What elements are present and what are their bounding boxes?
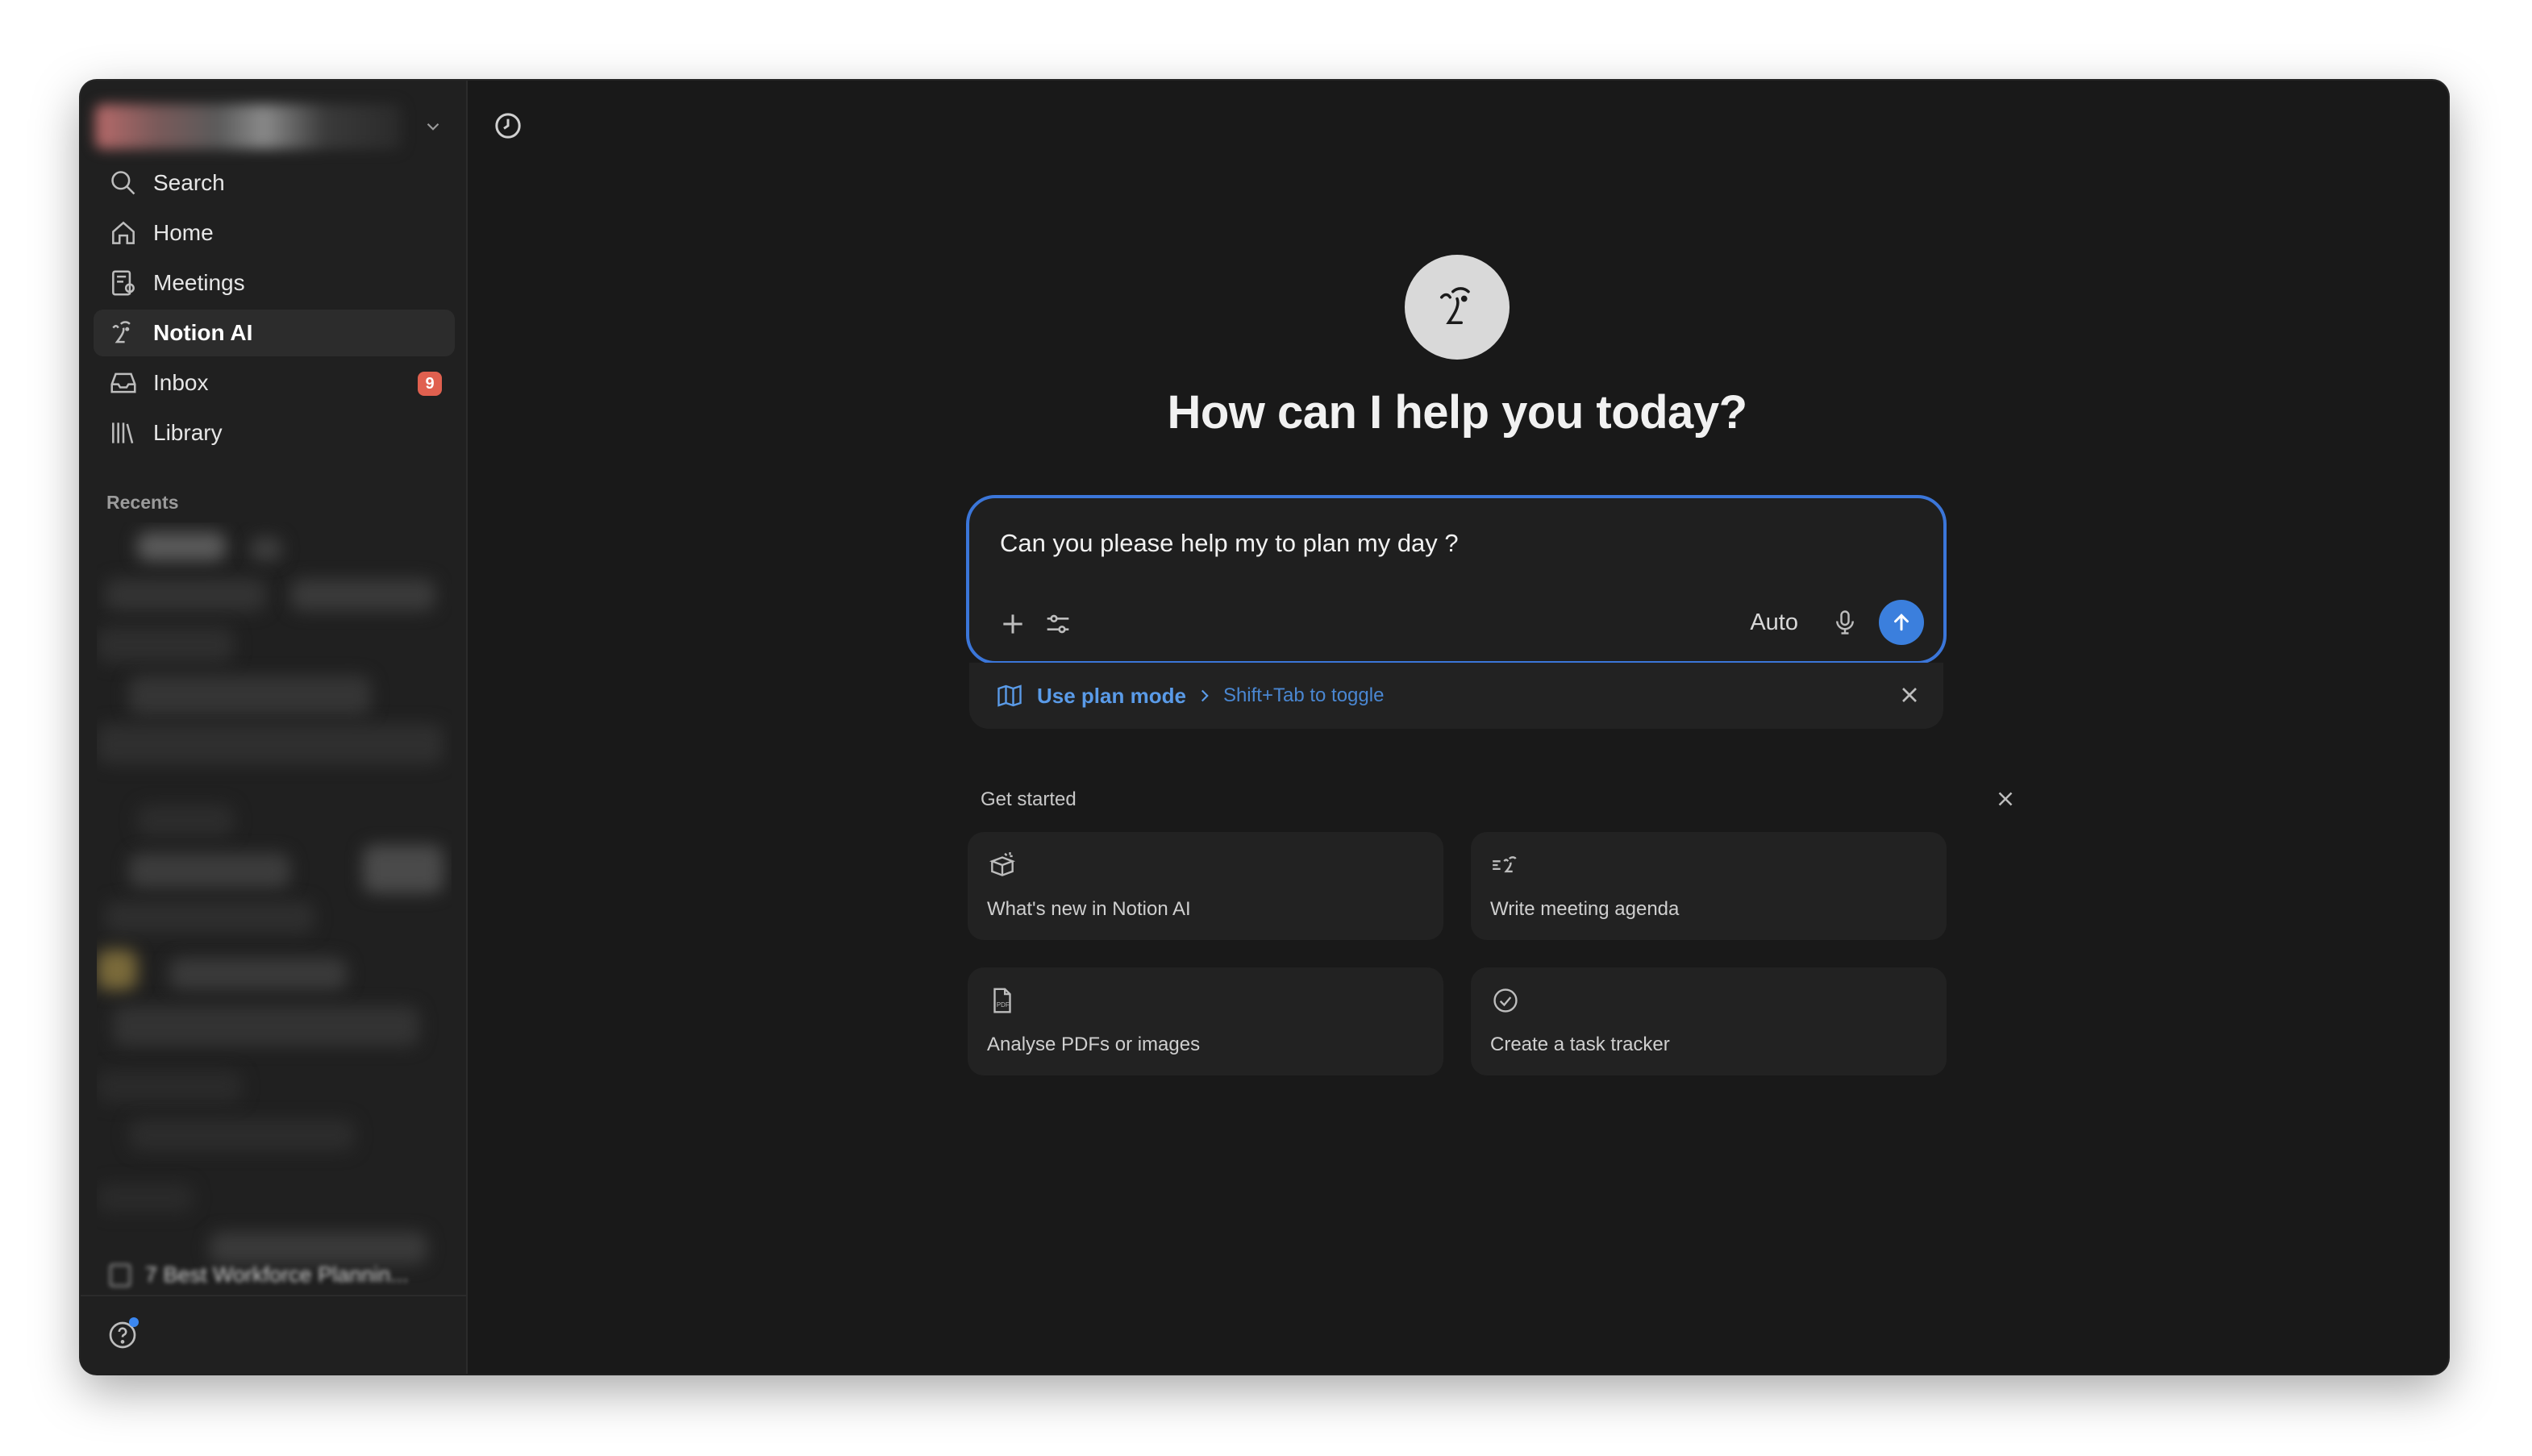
plan-mode-hint: Shift+Tab to toggle <box>1222 684 1385 706</box>
recents-heading: Recents <box>106 492 179 513</box>
send-button[interactable] <box>1879 600 1924 645</box>
search-icon <box>111 171 135 195</box>
sidebar-item-label: Inbox <box>153 370 209 395</box>
workspace-name-redacted <box>95 104 402 149</box>
write-meeting-agenda-card[interactable]: Write meeting agenda <box>1471 832 1947 940</box>
plan-mode-bar: Use plan mode Shift+Tab to toggle <box>969 663 1943 729</box>
sidebar-item-label: Library <box>153 420 223 445</box>
notion-ai-face-icon <box>1440 287 1470 324</box>
map-icon <box>997 684 1022 707</box>
notion-ai-avatar <box>1405 255 1510 360</box>
pdf-icon: PDF <box>993 988 1011 1013</box>
home-icon <box>112 221 135 244</box>
page-icon <box>110 1263 131 1287</box>
recent-item[interactable]: 7 Best Workforce Plannin... <box>110 1263 448 1288</box>
chevron-right-icon <box>1201 689 1209 702</box>
sidebar-nav: Search Home Meetings Notion AI Inbox 9 L… <box>94 160 455 460</box>
sidebar-item-search[interactable]: Search <box>94 160 455 206</box>
composer-actions: Auto <box>1750 600 1924 645</box>
card-label: Write meeting agenda <box>1490 898 1680 920</box>
meetings-icon <box>112 270 135 296</box>
sidebar-item-home[interactable]: Home <box>94 210 455 256</box>
sidebar-item-inbox[interactable]: Inbox 9 <box>94 360 455 406</box>
plus-icon[interactable] <box>997 608 1029 640</box>
app-window: Search Home Meetings Notion AI Inbox 9 L… <box>81 81 2448 1374</box>
workspace-switcher[interactable] <box>95 102 450 152</box>
recents-list-redacted <box>97 522 452 1361</box>
notification-dot <box>129 1317 139 1327</box>
use-plan-mode-link[interactable]: Use plan mode <box>1037 684 1186 709</box>
agenda-icon <box>1493 856 1517 873</box>
sidebar-footer <box>81 1295 466 1374</box>
inbox-icon <box>110 372 136 393</box>
check-circle-icon <box>1493 988 1518 1013</box>
recent-item-label: 7 Best Workforce Plannin... <box>145 1263 409 1287</box>
microphone-icon[interactable] <box>1830 608 1859 637</box>
card-label: Create a task tracker <box>1490 1034 1670 1055</box>
prompt-input[interactable]: Can you please help my to plan my day ? <box>1000 529 1459 558</box>
gift-box-icon <box>989 852 1016 876</box>
prompt-composer[interactable]: Can you please help my to plan my day ? … <box>966 495 1947 664</box>
whats-new-card[interactable]: What's new in Notion AI <box>968 832 1443 940</box>
arrow-up-icon <box>1894 614 1909 631</box>
sidebar-item-label: Search <box>153 170 225 195</box>
history-icon[interactable] <box>492 110 524 142</box>
settings-sliders-icon[interactable] <box>1042 608 1074 640</box>
sidebar: Search Home Meetings Notion AI Inbox 9 L… <box>81 81 468 1374</box>
page-title: How can I help you today? <box>1167 386 1747 439</box>
get-started-heading: Get started <box>981 788 1077 810</box>
sidebar-item-library[interactable]: Library <box>94 410 455 456</box>
sidebar-item-notion-ai[interactable]: Notion AI <box>94 310 455 356</box>
library-icon <box>112 422 134 443</box>
card-label: Analyse PDFs or images <box>987 1034 1201 1055</box>
chevron-down-icon <box>427 123 439 131</box>
model-mode-selector[interactable]: Auto <box>1750 609 1798 636</box>
sidebar-item-label: Home <box>153 220 214 245</box>
inbox-count-badge: 9 <box>418 372 442 396</box>
sidebar-item-label: Notion AI <box>153 320 253 345</box>
notion-ai-icon <box>112 321 131 343</box>
analyse-pdfs-card[interactable]: PDF Analyse PDFs or images <box>968 967 1443 1075</box>
sidebar-item-label: Meetings <box>153 270 245 295</box>
close-icon[interactable] <box>1993 787 2018 811</box>
create-task-tracker-card[interactable]: Create a task tracker <box>1471 967 1947 1075</box>
svg-text:PDF: PDF <box>997 1001 1010 1009</box>
card-label: What's new in Notion AI <box>987 898 1191 920</box>
sidebar-item-meetings[interactable]: Meetings <box>94 260 455 306</box>
composer-tools <box>997 608 1074 640</box>
close-icon[interactable] <box>1897 682 1922 708</box>
